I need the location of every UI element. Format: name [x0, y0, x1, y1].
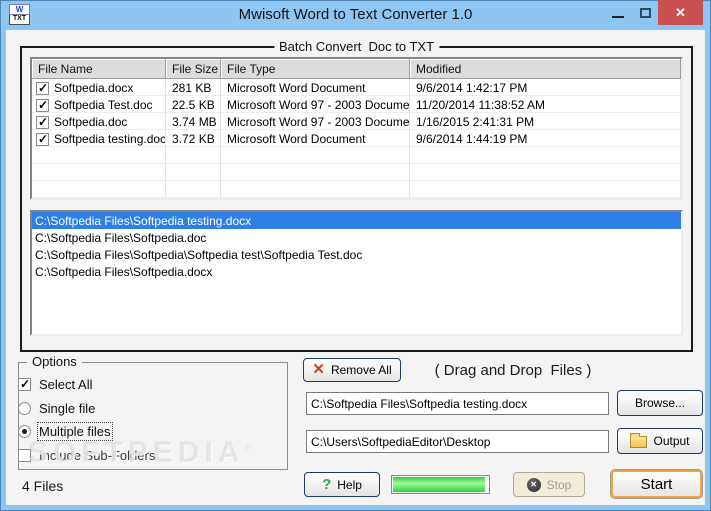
output-label: Output: [653, 434, 689, 448]
multiple-files-radio[interactable]: [18, 425, 31, 438]
table-empty-row: [32, 164, 681, 181]
maximize-button[interactable]: [633, 0, 657, 25]
file-type: Microsoft Word 97 - 2003 Document: [221, 96, 410, 113]
file-type: Microsoft Word Document: [221, 79, 410, 96]
table-empty-row: [32, 198, 681, 200]
multiple-files-option[interactable]: Multiple files: [18, 423, 111, 439]
titlebar[interactable]: W TXT Mwisoft Word to Text Converter 1.0…: [0, 0, 711, 30]
browse-label: Browse...: [635, 396, 685, 410]
stop-button[interactable]: ✕ Stop: [513, 472, 585, 497]
file-size: 22.5 KB: [166, 96, 221, 113]
list-item-selected[interactable]: C:\Softpedia Files\Softpedia testing.doc…: [32, 212, 681, 229]
close-icon: ✕: [675, 5, 686, 21]
file-size: 281 KB: [166, 79, 221, 96]
column-header-file-size[interactable]: File Size: [166, 59, 221, 79]
table-empty-row: [32, 147, 681, 164]
column-header-file-name[interactable]: File Name: [32, 59, 166, 79]
stop-icon: ✕: [527, 478, 541, 492]
column-header-file-type[interactable]: File Type: [221, 59, 410, 79]
table-empty-row: [32, 181, 681, 198]
include-subfolders-option[interactable]: Include Sub-Folders: [18, 447, 155, 463]
file-size: 3.74 MB: [166, 113, 221, 130]
table-row[interactable]: Softpedia Test.doc 22.5 KB Microsoft Wor…: [32, 96, 681, 113]
output-path-input[interactable]: [306, 430, 609, 453]
help-button[interactable]: ? Help: [304, 472, 380, 497]
file-table: File Name File Size File Type Modified S…: [30, 57, 683, 200]
drag-drop-hint: ( Drag and Drop Files ): [423, 362, 603, 379]
browse-button[interactable]: Browse...: [617, 390, 703, 416]
list-item[interactable]: C:\Softpedia Files\Softpedia\Softpedia t…: [32, 246, 681, 263]
minimize-button[interactable]: [604, 0, 632, 25]
table-row[interactable]: Softpedia.doc 3.74 MB Microsoft Word 97 …: [32, 113, 681, 130]
single-file-option[interactable]: Single file: [18, 400, 95, 416]
source-path-input[interactable]: [306, 392, 609, 415]
row-checkbox[interactable]: [36, 133, 49, 146]
file-name: Softpedia.docx: [54, 81, 133, 95]
file-name: Softpedia Test.doc: [54, 98, 153, 112]
minimize-icon: [612, 16, 624, 18]
stop-label: Stop: [547, 478, 572, 492]
select-all-checkbox[interactable]: [18, 378, 31, 391]
remove-all-label: Remove All: [331, 363, 392, 377]
list-item[interactable]: C:\Softpedia Files\Softpedia.doc: [32, 229, 681, 246]
help-label: Help: [337, 478, 362, 492]
remove-all-button[interactable]: ✕ Remove All: [303, 358, 401, 382]
table-row[interactable]: Softpedia.docx 281 KB Microsoft Word Doc…: [32, 79, 681, 96]
file-name: Softpedia.doc: [54, 115, 127, 129]
column-header-modified[interactable]: Modified: [410, 59, 681, 79]
start-label: Start: [641, 476, 673, 493]
row-checkbox[interactable]: [36, 99, 49, 112]
file-type: Microsoft Word 97 - 2003 Document: [221, 113, 410, 130]
progress-bar: [391, 475, 490, 494]
close-button[interactable]: ✕: [658, 0, 703, 25]
start-button[interactable]: Start: [611, 470, 702, 498]
include-subfolders-checkbox[interactable]: [18, 449, 31, 462]
file-type: Microsoft Word Document: [221, 130, 410, 147]
folder-icon: [630, 436, 647, 448]
single-file-radio[interactable]: [18, 402, 31, 415]
list-item[interactable]: C:\Softpedia Files\Softpedia.docx: [32, 263, 681, 280]
options-group-title: Options: [27, 354, 82, 369]
single-file-label: Single file: [39, 401, 95, 416]
output-button[interactable]: Output: [617, 428, 703, 454]
files-count-status: 4 Files: [22, 478, 63, 494]
dialog-body: Batch Convert Doc to TXT File Name File …: [6, 30, 705, 505]
progress-fill: [393, 477, 485, 492]
file-modified: 1/16/2015 2:41:31 PM: [410, 113, 681, 130]
row-checkbox[interactable]: [36, 116, 49, 129]
file-modified: 9/6/2014 1:42:17 PM: [410, 79, 681, 96]
maximize-icon: [640, 8, 651, 18]
table-row[interactable]: Softpedia testing.docx 3.72 KB Microsoft…: [32, 130, 681, 147]
file-name: Softpedia testing.docx: [54, 132, 166, 146]
select-all-label: Select All: [39, 377, 92, 392]
help-question-icon: ?: [322, 476, 331, 493]
row-checkbox[interactable]: [36, 82, 49, 95]
include-subfolders-label: Include Sub-Folders: [39, 448, 155, 463]
file-modified: 9/6/2014 1:44:19 PM: [410, 130, 681, 147]
table-header: File Name File Size File Type Modified: [32, 59, 681, 79]
app-window: W TXT Mwisoft Word to Text Converter 1.0…: [0, 0, 711, 511]
file-modified: 11/20/2014 11:38:52 AM: [410, 96, 681, 113]
remove-x-icon: ✕: [312, 364, 325, 376]
select-all-option[interactable]: Select All: [18, 376, 92, 392]
file-size: 3.72 KB: [166, 130, 221, 147]
multiple-files-label: Multiple files: [39, 424, 111, 439]
file-path-listbox[interactable]: C:\Softpedia Files\Softpedia testing.doc…: [30, 210, 683, 336]
batch-convert-group-title: Batch Convert Doc to TXT: [274, 39, 439, 54]
